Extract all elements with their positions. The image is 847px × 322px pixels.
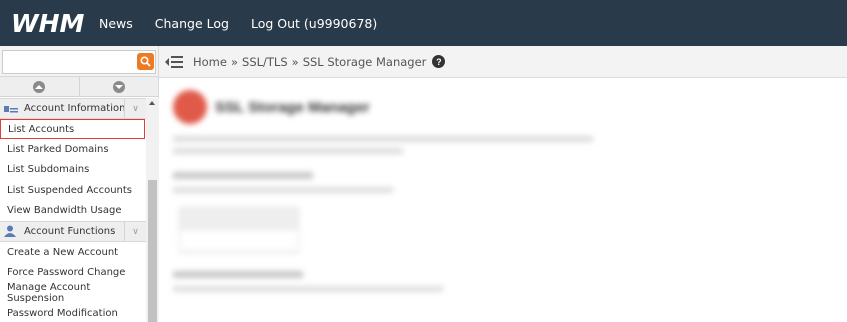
search-icon: [140, 56, 151, 67]
chevron-down-icon[interactable]: ∨: [124, 221, 146, 241]
expand-all-button[interactable]: [80, 77, 159, 96]
sidebar-item-force-password-change[interactable]: Force Password Change: [0, 262, 146, 282]
sidebar-collapse-controls: [0, 77, 158, 97]
user-functions-icon: [4, 225, 16, 238]
sidebar-category-account-information[interactable]: Account Information ∨: [0, 98, 146, 119]
sidebar-search-row: [0, 46, 158, 77]
category-label: Account Functions: [24, 225, 116, 237]
blurred-section-placeholder: [173, 271, 833, 278]
category-label: Account Information: [24, 103, 126, 114]
account-info-icon: [4, 105, 18, 112]
svg-text:WHM: WHM: [11, 9, 84, 38]
sidebar-item-create-new-account[interactable]: Create a New Account: [0, 242, 146, 262]
search-button[interactable]: [137, 53, 154, 70]
sidebar-item-list-parked-domains[interactable]: List Parked Domains: [0, 139, 146, 159]
page-logo-icon: [173, 90, 207, 124]
page-title: SSL Storage Manager: [215, 98, 370, 116]
table-header-row: [180, 208, 298, 230]
sidebar-item-list-suspended-accounts[interactable]: List Suspended Accounts: [0, 180, 146, 200]
blurred-description-placeholder: [173, 136, 603, 154]
page-header: SSL Storage Manager: [173, 90, 833, 124]
blurred-text-placeholder: [173, 286, 833, 292]
breadcrumb-current: SSL Storage Manager: [302, 54, 427, 69]
main-content: Home» SSL/TLS» SSL Storage Manager ? SSL S…: [159, 46, 847, 322]
sidebar-item-list-accounts[interactable]: List Accounts: [0, 119, 145, 140]
help-icon[interactable]: ?: [432, 55, 446, 68]
table-row: [180, 230, 298, 252]
sidebar-item-view-bandwidth-usage[interactable]: View Bandwidth Usage: [0, 201, 146, 221]
breadcrumb-separator: »: [291, 54, 299, 69]
breadcrumb-section-link[interactable]: SSL/TLS: [242, 55, 288, 69]
scrollbar-thumb[interactable]: [148, 180, 157, 322]
sidebar-category-account-functions[interactable]: Account Functions ∨: [0, 220, 146, 242]
collapse-all-button[interactable]: [0, 77, 80, 96]
chevron-down-icon[interactable]: ∨: [124, 99, 146, 118]
blurred-page-body: SSL Storage Manager: [159, 78, 847, 304]
sidebar-scrollbar[interactable]: [146, 98, 159, 322]
chevron-down-icon: [112, 80, 125, 93]
blurred-text-placeholder: [173, 187, 833, 193]
menu-toggle-icon[interactable]: [165, 55, 183, 69]
blurred-section-placeholder: [173, 172, 833, 179]
sidebar: Account Information ∨ List Accounts List…: [0, 46, 159, 322]
top-nav: News Change Log Log Out (u9990678): [99, 16, 399, 31]
breadcrumb-home-link[interactable]: Home: [193, 55, 227, 69]
scroll-up-arrow-icon[interactable]: [149, 101, 155, 105]
top-bar: WHM News Change Log Log Out (u9990678): [0, 0, 847, 46]
sidebar-item-list-subdomains[interactable]: List Subdomains: [0, 160, 146, 180]
sidebar-item-password-modification[interactable]: Password Modification: [0, 303, 146, 322]
breadcrumb: Home» SSL/TLS» SSL Storage Manager: [193, 55, 426, 69]
sidebar-item-manage-account-suspension[interactable]: Manage Account Suspension: [0, 282, 146, 304]
search-input[interactable]: [2, 50, 156, 74]
nav-logout-link[interactable]: Log Out (u9990678): [251, 16, 377, 31]
breadcrumb-separator: »: [230, 54, 239, 69]
sidebar-menu: Account Information ∨ List Accounts List…: [0, 98, 146, 322]
nav-news-link[interactable]: News: [99, 16, 133, 31]
whm-logo[interactable]: WHM: [11, 8, 93, 38]
breadcrumb-bar: Home» SSL/TLS» SSL Storage Manager ?: [159, 46, 847, 78]
blurred-table-placeholder: [179, 207, 299, 253]
nav-change-log-link[interactable]: Change Log: [155, 16, 229, 31]
chevron-up-icon: [33, 80, 46, 93]
